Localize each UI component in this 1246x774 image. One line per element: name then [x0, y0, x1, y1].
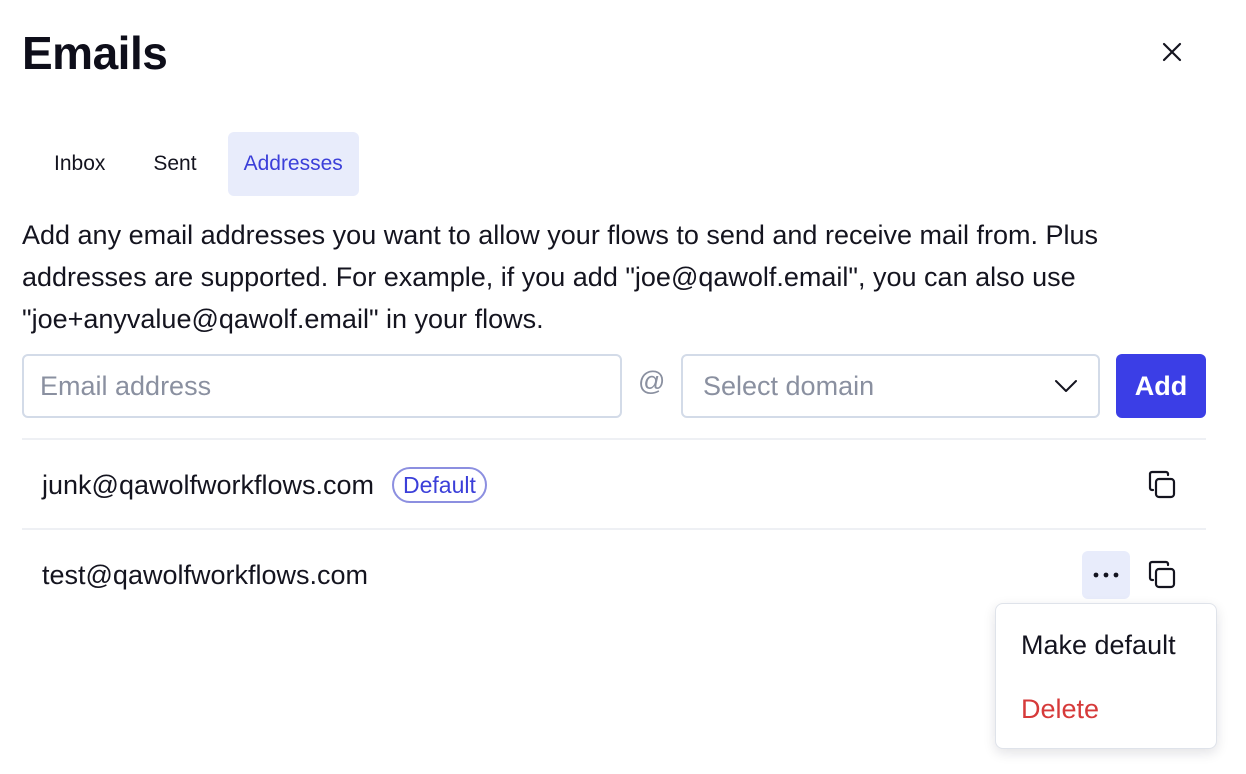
copy-icon [1148, 470, 1176, 499]
default-badge: Default [392, 467, 487, 503]
close-icon [1162, 42, 1182, 62]
at-sign-label: @ [638, 366, 666, 396]
address-row: junk@qawolfworkflows.com Default [22, 441, 1206, 529]
copy-address-button[interactable] [1142, 465, 1182, 505]
delete-menu-item[interactable]: Delete [1021, 694, 1099, 725]
more-horizontal-icon [1093, 572, 1119, 578]
address-actions-menu: Make default Delete [995, 603, 1217, 749]
list-divider [22, 528, 1206, 530]
tab-inbox[interactable]: Inbox [22, 132, 137, 196]
tab-label: Inbox [54, 152, 106, 175]
tab-label: Addresses [243, 152, 343, 175]
dialog-title: Emails [22, 27, 168, 79]
tab-bar: Inbox Sent Addresses [22, 132, 359, 196]
domain-select[interactable]: Select domain [681, 354, 1100, 418]
address-email: test@qawolfworkflows.com [42, 559, 369, 590]
tab-label: Sent [153, 152, 197, 175]
list-divider [22, 438, 1206, 440]
more-actions-button[interactable] [1082, 551, 1130, 599]
add-address-button[interactable]: Add [1116, 354, 1206, 418]
tab-addresses[interactable]: Addresses [227, 132, 359, 196]
make-default-menu-item[interactable]: Make default [1021, 630, 1176, 661]
close-button[interactable] [1152, 32, 1192, 72]
copy-icon [1148, 560, 1176, 589]
address-email: junk@qawolfworkflows.com [42, 469, 375, 500]
chevron-down-icon [1055, 380, 1077, 392]
copy-address-button[interactable] [1142, 555, 1182, 595]
domain-select-placeholder: Select domain [703, 370, 875, 401]
addresses-description: Add any email addresses you want to allo… [22, 220, 1099, 334]
tab-sent[interactable]: Sent [137, 132, 227, 196]
email-address-input[interactable] [22, 354, 622, 418]
